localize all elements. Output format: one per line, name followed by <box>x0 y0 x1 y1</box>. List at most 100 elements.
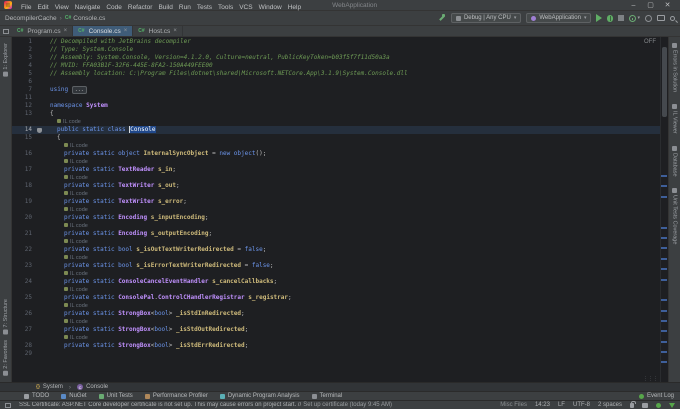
highlighting-widget-icon[interactable] <box>669 402 675 408</box>
menu-item-navigate[interactable]: Navigate <box>75 4 101 11</box>
code-line[interactable]: 13 { <box>12 110 660 118</box>
tool-window-button-nuget[interactable]: NuGet <box>61 393 87 399</box>
tool-window-button-todo[interactable]: TODO <box>24 393 49 399</box>
code-line[interactable]: 2 // Type: System.Console <box>12 46 660 54</box>
status-item-2-spaces[interactable]: 2 spaces <box>598 402 622 408</box>
code-vision-hint[interactable]: IL code <box>12 254 660 262</box>
menu-item-tools[interactable]: Tools <box>218 4 233 11</box>
readonly-lock-icon[interactable] <box>630 400 636 408</box>
maximize-button[interactable]: ▢ <box>642 1 659 9</box>
status-item-utf-8[interactable]: UTF-8 <box>573 402 590 408</box>
code-vision-hint[interactable]: IL code <box>12 270 660 278</box>
close-button[interactable]: ✕ <box>659 1 676 9</box>
profiler-button[interactable]: ▾ <box>629 14 640 22</box>
tab-program-cs[interactable]: C# Program.cs × <box>12 26 74 36</box>
code-vision-hint[interactable]: IL code <box>12 318 660 326</box>
code-lines[interactable]: 1 // Decompiled with JetBrains decompiler… <box>12 37 660 382</box>
code-line[interactable]: 17 private static TextReader s_in; <box>12 166 660 174</box>
code-line[interactable]: 28 private static StrongBox<bool> _isStdE… <box>12 342 660 350</box>
editor-scrollbar[interactable] <box>660 37 668 382</box>
code-line[interactable]: 16 private static object InternalSyncObje… <box>12 150 660 158</box>
code-vision-hint[interactable]: IL code <box>12 206 660 214</box>
code-vision-hint[interactable]: IL code <box>12 238 660 246</box>
code-line[interactable]: 21 private static Encoding s_outputEncodi… <box>12 230 660 238</box>
code-line[interactable]: 3 // Assembly: System.Console, Version=4.… <box>12 54 660 62</box>
run-button[interactable] <box>596 14 603 22</box>
code-line[interactable]: 19 private static TextWriter s_error; <box>12 198 660 206</box>
run-target-selector[interactable]: WebApplication ▾ <box>526 13 592 23</box>
breadcrumb-folder[interactable]: DecompilerCache <box>5 15 57 22</box>
code-line[interactable]: 4 // MVID: FFA03B1F-32F6-445E-8FA2-150A44… <box>12 62 660 70</box>
code-vision-hint[interactable]: IL code <box>12 222 660 230</box>
notifications-icon[interactable] <box>642 402 648 408</box>
breadcrumb-class[interactable]: Console <box>86 384 108 390</box>
tool-window-button-unit-tests[interactable]: Unit Tests <box>98 393 133 399</box>
code-line[interactable]: 11 <box>12 94 660 102</box>
attach-to-process-button[interactable] <box>657 15 665 21</box>
code-vision-hint[interactable]: IL code <box>12 174 660 182</box>
tool-window-button-1-explorer[interactable]: 1: Explorer <box>3 43 9 77</box>
code-line[interactable]: 25 private static ConsolePal.ControlCHand… <box>12 294 660 302</box>
analysis-status-icon[interactable] <box>656 402 661 408</box>
breadcrumb-file[interactable]: Console.cs <box>73 15 105 22</box>
code-line[interactable]: 20 private static Encoding s_inputEncodin… <box>12 214 660 222</box>
highlighting-level-badge[interactable]: OFF <box>644 39 656 45</box>
run-configuration-selector[interactable]: Debug | Any CPU ▾ <box>450 13 522 23</box>
menu-item-edit[interactable]: Edit <box>37 4 48 11</box>
menu-item-file[interactable]: File <box>21 4 31 11</box>
tool-window-button-unit-tests-coverage[interactable]: Unit Tests Coverage <box>672 188 678 245</box>
code-line[interactable]: 29 <box>12 350 660 358</box>
search-everywhere-button[interactable] <box>670 15 675 21</box>
code-line[interactable]: 5 // Assembly location: C:\Program Files\… <box>12 70 660 78</box>
build-solution-icon[interactable] <box>438 14 446 22</box>
tool-window-button-il-viewer[interactable]: IL Viewer <box>672 104 678 134</box>
code-line[interactable]: 1 // Decompiled with JetBrains decompiler <box>12 38 660 46</box>
menu-item-build[interactable]: Build <box>158 4 172 11</box>
menu-item-window[interactable]: Window <box>259 4 282 11</box>
class-gutter-icon[interactable] <box>36 127 42 133</box>
tab-console-cs[interactable]: C# Console.cs × <box>73 26 134 36</box>
menu-item-vcs[interactable]: VCS <box>239 4 252 11</box>
tab-close-icon[interactable]: × <box>64 28 68 34</box>
menu-item-refactor[interactable]: Refactor <box>128 4 153 11</box>
resize-grip[interactable]: ⋮⋮⋮ <box>643 377 658 382</box>
code-line[interactable]: 24 private static ConsoleCancelEventHandl… <box>12 278 660 286</box>
tool-window-button-database[interactable]: Database <box>672 145 678 176</box>
status-item-lf[interactable]: LF <box>558 402 565 408</box>
code-vision-hint[interactable]: IL code <box>12 286 660 294</box>
breadcrumb-namespace[interactable]: System <box>43 384 63 390</box>
code-line[interactable]: 27 private static StrongBox<bool> _isStdO… <box>12 326 660 334</box>
stop-button[interactable] <box>618 15 625 21</box>
code-vision-hint[interactable]: IL code <box>12 142 660 150</box>
tool-window-button-terminal[interactable]: Terminal <box>311 393 342 399</box>
tab-options-icon[interactable] <box>0 26 12 36</box>
code-line[interactable]: 23 private static bool s_isErrorTextWrite… <box>12 262 660 270</box>
code-vision-hint[interactable]: IL code <box>12 158 660 166</box>
code-line[interactable]: 26 private static StrongBox<bool> _isStdI… <box>12 310 660 318</box>
status-item-misc-files[interactable]: Misc Files <box>500 402 527 408</box>
menu-item-run[interactable]: Run <box>179 4 191 11</box>
scrollbar-thumb[interactable] <box>662 47 667 117</box>
menu-item-help[interactable]: Help <box>288 4 301 11</box>
status-item-14-23[interactable]: 14:23 <box>535 402 550 408</box>
minimize-button[interactable]: – <box>625 2 642 9</box>
code-line[interactable]: 22 private static bool s_isOutTextWriterR… <box>12 246 660 254</box>
tool-window-button-dynamic-program-analysis[interactable]: Dynamic Program Analysis <box>219 393 300 399</box>
status-action-link[interactable]: Set up certificate (today 9:45 AM) <box>303 402 392 408</box>
menu-item-view[interactable]: View <box>55 4 69 11</box>
tab-close-icon[interactable]: × <box>173 28 177 34</box>
tool-window-toggle-icon[interactable] <box>5 402 11 408</box>
code-vision-hint[interactable]: IL code <box>12 190 660 198</box>
editor[interactable]: OFF 1 // Decompiled with JetBrains decomp… <box>12 37 668 382</box>
tab-close-icon[interactable]: × <box>124 28 128 34</box>
debug-button[interactable] <box>607 14 614 22</box>
tool-window-button-performance-profiler[interactable]: Performance Profiler <box>144 393 208 399</box>
code-vision-hint[interactable]: IL code <box>12 334 660 342</box>
code-line[interactable]: 7 using ... <box>12 86 660 94</box>
event-log-button[interactable]: Event Log <box>638 393 674 399</box>
code-line[interactable]: 6 <box>12 78 660 86</box>
code-line[interactable]: 12 namespace System <box>12 102 660 110</box>
menu-item-code[interactable]: Code <box>106 4 122 11</box>
code-vision-hint[interactable]: IL code <box>12 302 660 310</box>
code-vision-hint[interactable]: IL code <box>12 118 660 126</box>
